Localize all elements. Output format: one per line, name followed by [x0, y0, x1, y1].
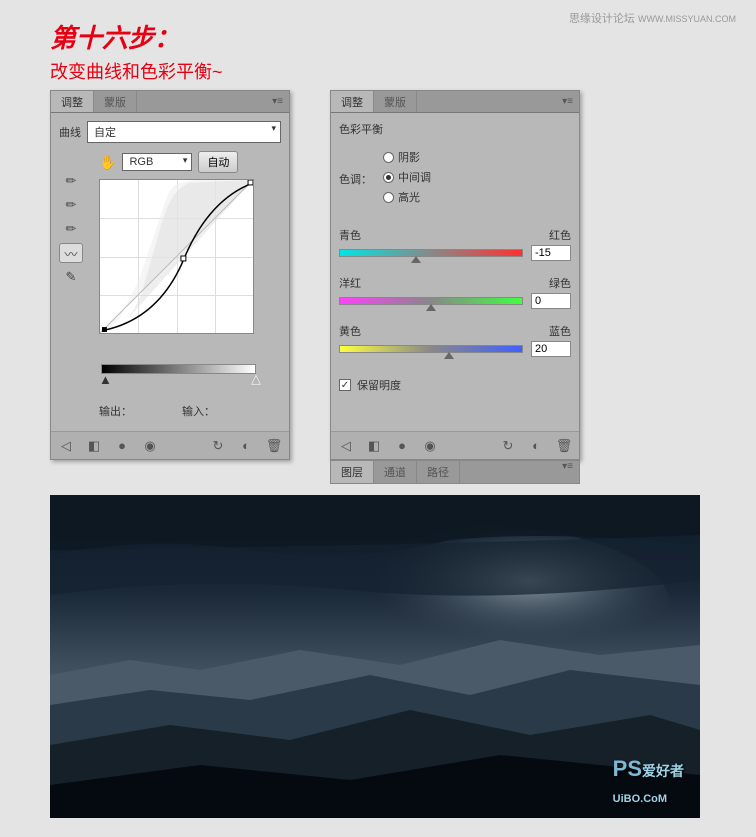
curves-tools: ✏ ✏ ✏ 〰 ✎	[59, 171, 83, 287]
tab-adjust-r[interactable]: 调整	[331, 91, 374, 112]
radio-midtones-label: 中间调	[398, 169, 431, 185]
slider-row-0: 青色 红色	[339, 227, 571, 261]
channel-dropdown[interactable]: RGB	[122, 153, 192, 171]
gradient-strip	[101, 364, 256, 374]
preserve-luminosity-checkbox[interactable]	[339, 379, 351, 391]
tab-mask-r[interactable]: 蒙版	[374, 91, 417, 112]
delete-icon-r[interactable]: 🗑	[555, 437, 573, 455]
site-header: 思缘设计论坛 WWW.MISSYUAN.COM	[569, 10, 736, 26]
panel-tabs-right: 调整 蒙版 ▾≡	[331, 91, 579, 113]
radio-highlights-label: 高光	[398, 189, 420, 205]
slider-right-label: 绿色	[549, 275, 571, 291]
panel-menu-icon-r[interactable]: ▾≡	[556, 96, 579, 107]
watermark: PS爱好者 UiBO.CoM	[613, 756, 684, 808]
hand-tool-icon[interactable]: ✋	[99, 154, 116, 171]
visibility-icon-r[interactable]: ●	[393, 437, 411, 455]
clip-icon[interactable]: ◧	[85, 437, 103, 455]
view-icon-r[interactable]: ◉	[421, 437, 439, 455]
step-title: 第十六步：	[50, 18, 180, 55]
black-point-slider[interactable]: ▲	[99, 372, 112, 387]
slider-left-label: 黄色	[339, 323, 361, 339]
output-label: 输出：	[99, 403, 132, 419]
slider-track[interactable]	[339, 249, 523, 257]
tone-label: 色调：	[339, 171, 372, 187]
curves-panel: 调整 蒙版 ▾≡ 曲线 自定 ✋ RGB 自动 ✏ ✏ ✏ 〰 ✎	[50, 90, 290, 460]
panel-footer-r: ◁ ◧ ● ◉ ↻ ◐ 🗑	[331, 431, 579, 459]
step-subtitle: 改变曲线和色彩平衡~	[50, 58, 223, 84]
slider-right-label: 红色	[549, 227, 571, 243]
preset-dropdown[interactable]: 自定	[87, 121, 281, 143]
back-icon[interactable]: ◁	[57, 437, 75, 455]
eyedropper-white-icon[interactable]: ✏	[59, 219, 83, 239]
prev-icon-r[interactable]: ◐	[527, 437, 545, 455]
slider-value-input[interactable]	[531, 293, 571, 309]
slider-thumb[interactable]	[411, 256, 421, 263]
delete-icon[interactable]: 🗑	[265, 437, 283, 455]
auto-button[interactable]: 自动	[198, 151, 238, 173]
input-label: 输入：	[182, 403, 215, 419]
curve-tool-icon[interactable]: 〰	[59, 243, 83, 263]
tab-adjust[interactable]: 调整	[51, 91, 94, 112]
slider-thumb[interactable]	[426, 304, 436, 311]
slider-track[interactable]	[339, 345, 523, 353]
slider-value-input[interactable]	[531, 341, 571, 357]
slider-right-label: 蓝色	[549, 323, 571, 339]
prev-icon[interactable]: ◐	[237, 437, 255, 455]
visibility-icon[interactable]: ●	[113, 437, 131, 455]
layers-panel-tabs: 图层 通道 路径 ▾≡	[330, 460, 580, 484]
slider-row-2: 黄色 蓝色	[339, 323, 571, 357]
radio-highlights[interactable]	[383, 192, 394, 203]
pencil-tool-icon[interactable]: ✎	[59, 267, 83, 287]
white-point-slider[interactable]: △	[251, 371, 261, 387]
slider-left-label: 洋红	[339, 275, 361, 291]
slider-value-input[interactable]	[531, 245, 571, 261]
slider-row-1: 洋红 绿色	[339, 275, 571, 309]
color-balance-title: 色彩平衡	[339, 121, 571, 137]
result-preview: PS爱好者 UiBO.CoM	[50, 495, 700, 818]
curves-graph[interactable]	[99, 179, 254, 334]
tab-mask[interactable]: 蒙版	[94, 91, 137, 112]
back-icon-r[interactable]: ◁	[337, 437, 355, 455]
view-icon[interactable]: ◉	[141, 437, 159, 455]
radio-midtones[interactable]	[383, 172, 394, 183]
curves-label: 曲线	[59, 124, 81, 140]
panel-footer: ◁ ◧ ● ◉ ↻ ◐ 🗑	[51, 431, 289, 459]
reset-icon[interactable]: ↻	[209, 437, 227, 455]
clip-icon-r[interactable]: ◧	[365, 437, 383, 455]
radio-shadows[interactable]	[383, 152, 394, 163]
slider-thumb[interactable]	[444, 352, 454, 359]
slider-track[interactable]	[339, 297, 523, 305]
preserve-luminosity-label: 保留明度	[357, 377, 401, 393]
eyedropper-gray-icon[interactable]: ✏	[59, 195, 83, 215]
slider-left-label: 青色	[339, 227, 361, 243]
radio-shadows-label: 阴影	[398, 149, 420, 165]
reset-icon-r[interactable]: ↻	[499, 437, 517, 455]
eyedropper-black-icon[interactable]: ✏	[59, 171, 83, 191]
tab-paths[interactable]: 路径	[417, 461, 460, 483]
color-balance-panel: 调整 蒙版 ▾≡ 色彩平衡 色调： 阴影 中间调 高光 青色 红色 洋红 绿色 黄色…	[330, 90, 580, 460]
panel-menu-icon[interactable]: ▾≡	[266, 96, 289, 107]
panel-tabs: 调整 蒙版 ▾≡	[51, 91, 289, 113]
tab-channels[interactable]: 通道	[374, 461, 417, 483]
tab-layers[interactable]: 图层	[331, 461, 374, 483]
layers-menu-icon[interactable]: ▾≡	[556, 461, 579, 483]
